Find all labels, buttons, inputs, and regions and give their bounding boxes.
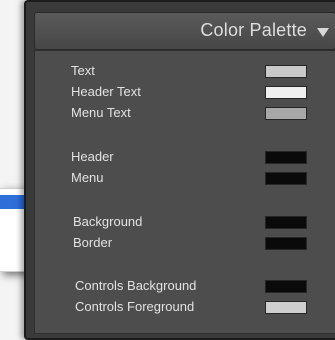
label-header-text: Header Text bbox=[71, 84, 141, 99]
label-menu: Menu bbox=[71, 170, 104, 185]
panel-body: Text Header Text Menu Text Header Menu B… bbox=[34, 50, 335, 334]
collapse-triangle-icon[interactable] bbox=[317, 28, 329, 37]
swatch-border[interactable] bbox=[265, 237, 307, 250]
swatch-menu-text[interactable] bbox=[265, 107, 307, 120]
swatch-header-text[interactable] bbox=[265, 86, 307, 99]
label-menu-text: Menu Text bbox=[71, 105, 131, 120]
label-controls-background: Controls Background bbox=[75, 278, 197, 293]
swatch-controls-background[interactable] bbox=[265, 280, 307, 293]
swatch-background[interactable] bbox=[265, 216, 307, 229]
swatch-controls-foreground[interactable] bbox=[265, 301, 307, 314]
label-background: Background bbox=[73, 214, 143, 229]
swatch-text[interactable] bbox=[265, 65, 307, 78]
panel-title: Color Palette bbox=[200, 20, 307, 40]
label-border: Border bbox=[73, 235, 113, 250]
label-text: Text bbox=[71, 63, 95, 78]
label-header: Header bbox=[71, 149, 114, 164]
swatch-menu[interactable] bbox=[265, 172, 307, 185]
color-palette-panel: Color Palette Text Header Text Menu Text… bbox=[24, 0, 335, 340]
swatch-header[interactable] bbox=[265, 151, 307, 164]
label-controls-foreground: Controls Foreground bbox=[75, 299, 195, 314]
panel-header[interactable]: Color Palette bbox=[34, 12, 335, 50]
